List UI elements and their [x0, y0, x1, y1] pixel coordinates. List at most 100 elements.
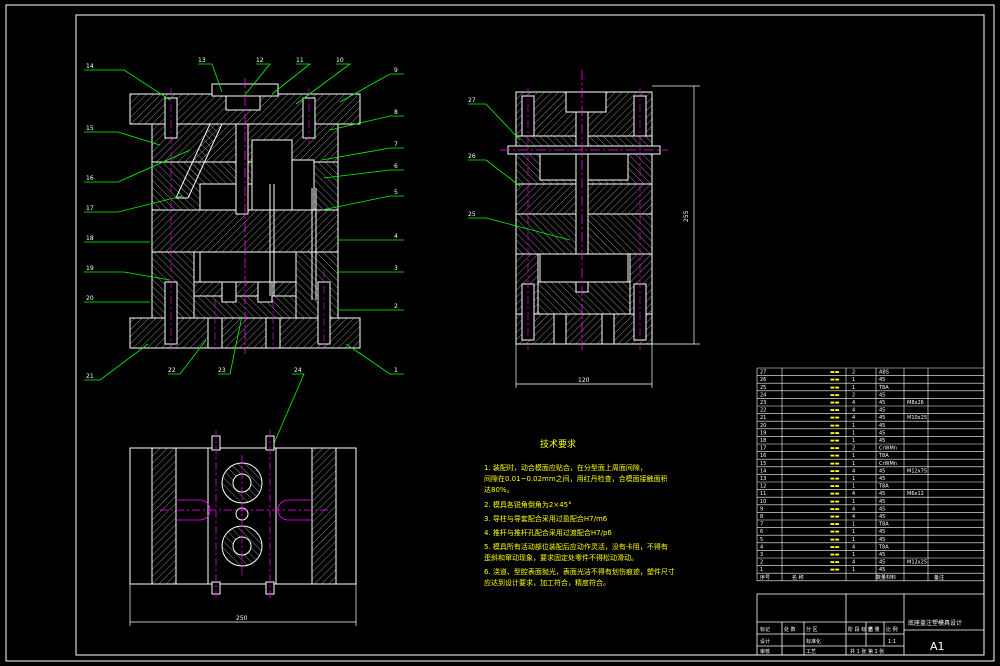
bom-header-qty: 数量: [876, 574, 886, 581]
tb-sheet-size: A1: [930, 640, 945, 653]
bom-row-material: T8A: [878, 522, 889, 528]
label-24: 24: [294, 367, 302, 374]
bom-row-name: ▬▬: [830, 506, 840, 512]
bom-row-qty: 1: [852, 453, 855, 459]
tech-line: 5. 模具所有活动部位装配后应动作灵活，没有卡阻，不得有: [484, 542, 668, 551]
bom-row-no: 4: [760, 544, 763, 550]
bom-row-name: ▬▬: [830, 560, 840, 566]
label-23: 23: [218, 367, 226, 374]
bom-row-no: 22: [760, 408, 766, 414]
bom-row-no: 20: [760, 423, 766, 429]
tb-craft: 工艺: [806, 649, 816, 655]
bom-row-name: ▬▬: [830, 415, 840, 421]
label-17: 17: [86, 205, 94, 212]
label-10: 10: [336, 57, 344, 64]
bom-row-qty: 1: [852, 476, 855, 482]
bom-row-material: 45: [879, 499, 885, 505]
tb-mark: 标记: [760, 626, 770, 633]
bom-row-no: 1: [760, 567, 763, 573]
label-6: 6: [394, 163, 398, 170]
bom-row-material: CrWMn: [879, 446, 897, 452]
bom-row-note: M10x25: [907, 415, 927, 421]
bom-row-qty: 1: [852, 552, 855, 558]
bom-row-name: ▬▬: [830, 499, 840, 505]
bom-row-qty: 2: [852, 392, 855, 398]
tech-line: 应达到设计要求，加工符合，精度符合。: [484, 578, 610, 587]
tech-title: 技术要求: [540, 438, 576, 450]
bom-row-material: T8A: [878, 544, 889, 550]
bom-row-no: 26: [760, 377, 766, 383]
bom-row-no: 24: [760, 392, 766, 398]
bom-row-name: ▬▬: [830, 484, 840, 490]
bom-row-material: 45: [879, 529, 885, 535]
bom-row-material: 45: [879, 468, 885, 474]
dim-plan-width: 250: [236, 615, 248, 622]
tb-ratio: 比 例: [886, 626, 898, 633]
bom-row-qty: 1: [852, 423, 855, 429]
label-14: 14: [86, 63, 94, 70]
label-22: 22: [168, 367, 176, 374]
bom-row-name: ▬▬: [830, 430, 840, 436]
tb-weight: 重 量: [868, 626, 880, 633]
tech-line: 1. 装配时，动合模面应贴合，在分型面上周面间隙，: [484, 463, 647, 472]
label-21: 21: [86, 373, 94, 380]
bom-row-no: 3: [760, 552, 763, 558]
label-4: 4: [394, 233, 398, 240]
tb-scale: 1:1: [888, 639, 896, 645]
bom-row-qty: 1: [852, 537, 855, 543]
bom-row-qty: 1: [852, 430, 855, 436]
bom-row-no: 15: [760, 461, 766, 467]
bom-row-qty: 4: [852, 408, 855, 414]
bom-row-no: 5: [760, 537, 763, 543]
bom-row-qty: 4: [852, 506, 855, 512]
bom-row-material: ABS: [879, 370, 889, 376]
bom-row-name: ▬▬: [830, 514, 840, 520]
bom-row-no: 11: [760, 491, 766, 497]
bom-row-qty: 4: [852, 544, 855, 550]
tb-title: 底座盖注塑模具设计: [908, 619, 962, 627]
bom-row-no: 19: [760, 430, 766, 436]
label-27: 27: [468, 97, 476, 104]
label-18: 18: [86, 235, 94, 242]
bom-row-no: 2: [760, 560, 763, 566]
bom-row-qty: 4: [852, 514, 855, 520]
bom-row-name: ▬▬: [830, 468, 840, 474]
bom-row-qty: 1: [852, 438, 855, 444]
front-section-view: [129, 78, 361, 354]
bom-row-no: 7: [760, 522, 763, 528]
tech-line: 2. 模具各锐角倒角为2×45°: [484, 500, 572, 509]
label-7: 7: [394, 141, 398, 148]
bom-row-material: 45: [879, 537, 885, 543]
bom-row-qty: 1: [852, 529, 855, 535]
bom-row-qty: 1: [852, 499, 855, 505]
bom-row-name: ▬▬: [830, 423, 840, 429]
bom-row-name: ▬▬: [830, 392, 840, 398]
bom-row-name: ▬▬: [830, 453, 840, 459]
bom-row-note: M6x12: [907, 491, 924, 497]
bom-row-material: 45: [879, 552, 885, 558]
bom-row-qty: 1: [852, 522, 855, 528]
bom-row-material: 45: [879, 438, 885, 444]
bom-row-material: CrWMn: [879, 461, 897, 467]
bom-row-qty: 4: [852, 491, 855, 497]
bom-row-no: 12: [760, 484, 766, 490]
tb-standard: 标准化: [806, 638, 821, 645]
label-2: 2: [394, 303, 398, 310]
bom-row-name: ▬▬: [830, 537, 840, 543]
tb-design: 设计: [760, 638, 770, 645]
bom-row-no: 21: [760, 415, 766, 421]
bom-row-material: 45: [879, 415, 885, 421]
bom-row-no: 17: [760, 446, 766, 452]
bom-row-no: 25: [760, 385, 766, 391]
label-9: 9: [394, 67, 398, 74]
bom-row-name: ▬▬: [830, 544, 840, 550]
bom-header-name: 名 称: [792, 574, 804, 581]
bom-row-name: ▬▬: [830, 370, 840, 376]
bom-row-qty: 1: [852, 377, 855, 383]
bom-row-qty: 1: [852, 461, 855, 467]
tb-zone: 分 区: [806, 626, 818, 633]
label-3: 3: [394, 265, 398, 272]
bom-row-qty: 4: [852, 560, 855, 566]
dim-side-height: 255: [683, 210, 690, 222]
tech-line: 歪斜和窜动现象，要求固定处零件不得松动滑动。: [484, 553, 638, 562]
